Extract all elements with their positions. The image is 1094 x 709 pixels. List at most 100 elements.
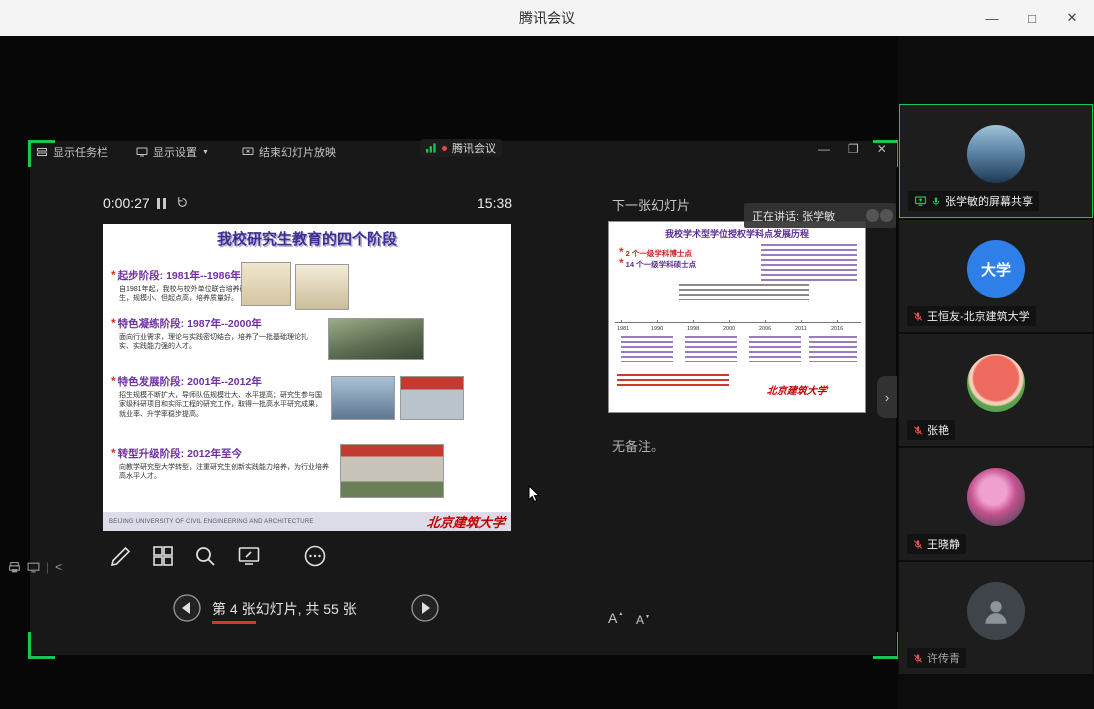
previous-slide-button[interactable] xyxy=(172,593,202,623)
person-silhouette-icon xyxy=(979,594,1013,628)
pause-icon xyxy=(157,198,160,209)
slide-stage-photo xyxy=(295,264,349,310)
caret-up-icon: ▲ xyxy=(618,610,623,618)
stage-heading: *起步阶段: 1981年--1986年 xyxy=(111,268,241,283)
show-taskbar-button[interactable]: 显示任务栏 xyxy=(36,144,108,160)
collapse-chevron-icon[interactable]: < xyxy=(55,560,62,574)
participant-label: 许传青 xyxy=(907,648,966,668)
more-options-button[interactable] xyxy=(300,541,330,571)
next-slide-text-lines xyxy=(617,374,729,388)
printer-icon[interactable] xyxy=(8,561,21,574)
timer-restart-button[interactable] xyxy=(176,196,189,214)
participant-label: 王晓静 xyxy=(907,534,966,554)
participant-label: 张艳 xyxy=(907,420,955,440)
next-slide-signature: 北京建筑大学 xyxy=(766,382,828,397)
presenter-close-button[interactable]: ✕ xyxy=(877,142,887,156)
caret-down-icon: ▼ xyxy=(645,613,650,621)
stage-heading: *转型升级阶段: 2012年至今 xyxy=(111,446,242,461)
next-slide-thumbnail[interactable]: 我校学术型学位授权学科点发展历程 *2 个一级学科博士点 *14 个一级学科硕士… xyxy=(608,221,866,413)
collapsed-annotation-bar: | < xyxy=(8,560,62,574)
participant-name: 张艳 xyxy=(927,422,949,438)
presenter-minimize-button[interactable]: — xyxy=(818,142,830,156)
see-all-slides-button[interactable] xyxy=(148,541,178,571)
participant-tile[interactable]: 王晓静 xyxy=(899,448,1093,560)
display-settings-button[interactable]: 显示设置 ▼ xyxy=(136,144,209,160)
taskbar-icon xyxy=(36,146,48,158)
monitor-icon[interactable] xyxy=(27,561,40,574)
slide-title: 我校研究生教育的四个阶段 xyxy=(103,228,511,249)
divider: | xyxy=(46,560,49,574)
float-bar-title: 腾讯会议 xyxy=(452,140,496,156)
slide-footer-signature: 北京建筑大学 xyxy=(426,512,506,531)
slide-progress-bar xyxy=(212,621,256,624)
share-border-corner-br xyxy=(873,632,900,659)
stage-body: 向教学研究型大学转型，注重研究生创新实践能力培养，为行业培养高水平人才。 xyxy=(119,463,329,482)
next-slide-text-lines xyxy=(761,244,857,282)
avatar xyxy=(967,582,1025,640)
minimize-button[interactable]: — xyxy=(984,11,1000,26)
slide-stage-photo xyxy=(331,376,395,420)
mic-muted-icon xyxy=(913,653,923,664)
window-titlebar: 腾讯会议 — □ ✕ xyxy=(0,0,1094,37)
speaker-notes: 无备注。 xyxy=(612,436,664,455)
increase-font-button[interactable]: A▲ xyxy=(608,610,623,626)
timer-pause-button[interactable] xyxy=(157,198,166,209)
next-slide-text-lines xyxy=(679,284,809,300)
magnifier-icon xyxy=(193,544,217,568)
stage-body: 招生规模不断扩大，导师队伍规模壮大、水平提高；研究生参与国家级科研项目和实际工程… xyxy=(119,391,324,419)
end-slideshow-label: 结束幻灯片放映 xyxy=(259,144,336,160)
avatar xyxy=(967,125,1025,183)
display-icon xyxy=(136,146,148,158)
speaking-toast-text: 正在讲话: 张学敏 xyxy=(752,208,835,224)
slide-stage-photo xyxy=(340,444,444,498)
mic-muted-icon xyxy=(913,539,923,550)
meeting-float-bar[interactable]: 腾讯会议 xyxy=(420,139,502,157)
more-ellipsis-icon xyxy=(303,544,327,568)
next-slide-text-lines xyxy=(685,336,737,362)
mic-muted-icon xyxy=(913,425,923,436)
decrease-font-button[interactable]: A▼ xyxy=(636,613,650,627)
zoom-slide-button[interactable] xyxy=(190,541,220,571)
slide-footer: BEIJING UNIVERSITY OF CIVIL ENGINEERING … xyxy=(103,512,511,531)
end-slideshow-button[interactable]: 结束幻灯片放映 xyxy=(242,144,336,160)
slide-thumbnails-icon xyxy=(151,544,175,568)
maximize-button[interactable]: □ xyxy=(1024,11,1040,26)
chevron-down-icon: ▼ xyxy=(202,149,209,156)
participant-tile[interactable]: 张艳 xyxy=(899,334,1093,446)
next-slide-bullet: *14 个一级学科硕士点 xyxy=(619,256,696,270)
window-title: 腾讯会议 xyxy=(0,0,1094,36)
recording-dot-icon xyxy=(442,146,447,151)
next-slide-button[interactable] xyxy=(410,593,440,623)
next-slide-text-lines xyxy=(809,336,857,362)
close-button[interactable]: ✕ xyxy=(1064,10,1080,26)
black-screen-button[interactable] xyxy=(234,541,264,571)
participant-tile[interactable]: 大学 王恒友-北京建筑大学 xyxy=(899,220,1093,332)
display-settings-label: 显示设置 xyxy=(153,144,197,160)
stage-heading: *特色发展阶段: 2001年--2012年 xyxy=(111,374,262,389)
presenter-restore-button[interactable]: ❐ xyxy=(848,142,859,156)
share-border-corner-bl xyxy=(28,632,55,659)
pen-tool-button[interactable] xyxy=(106,541,136,571)
next-slide-title: 我校学术型学位授权学科点发展历程 xyxy=(609,227,865,240)
next-slide-label: 下一张幻灯片 xyxy=(612,195,690,214)
pen-icon xyxy=(109,544,133,568)
next-arrow-icon xyxy=(410,593,440,623)
toast-decor-icon xyxy=(880,209,893,222)
stage-body: 面向行业需求，理论与实践密切结合，培养了一批基础理论扎实、实践能力强的人才。 xyxy=(119,333,319,352)
clock-time: 15:38 xyxy=(477,195,512,211)
participant-name: 许传青 xyxy=(927,650,960,666)
participant-tile-sharing[interactable]: 张学敏的屏幕共享 xyxy=(899,104,1093,218)
speaking-toast: 正在讲话: 张学敏 xyxy=(744,203,896,228)
participant-tile[interactable]: 许传青 xyxy=(899,562,1093,674)
window-controls: — □ ✕ xyxy=(984,0,1080,36)
display-pen-icon xyxy=(237,544,261,568)
bullet-star-icon: * xyxy=(111,268,116,282)
participant-name: 张学敏的屏幕共享 xyxy=(945,193,1033,209)
slide-footer-en: BEIJING UNIVERSITY OF CIVIL ENGINEERING … xyxy=(109,519,314,525)
avatar xyxy=(967,468,1025,526)
slide-stage-photo xyxy=(241,262,291,306)
expand-panel-tab[interactable]: › xyxy=(877,376,897,418)
mic-muted-icon xyxy=(913,311,923,322)
participant-name: 王晓静 xyxy=(927,536,960,552)
participant-label: 张学敏的屏幕共享 xyxy=(908,191,1039,211)
